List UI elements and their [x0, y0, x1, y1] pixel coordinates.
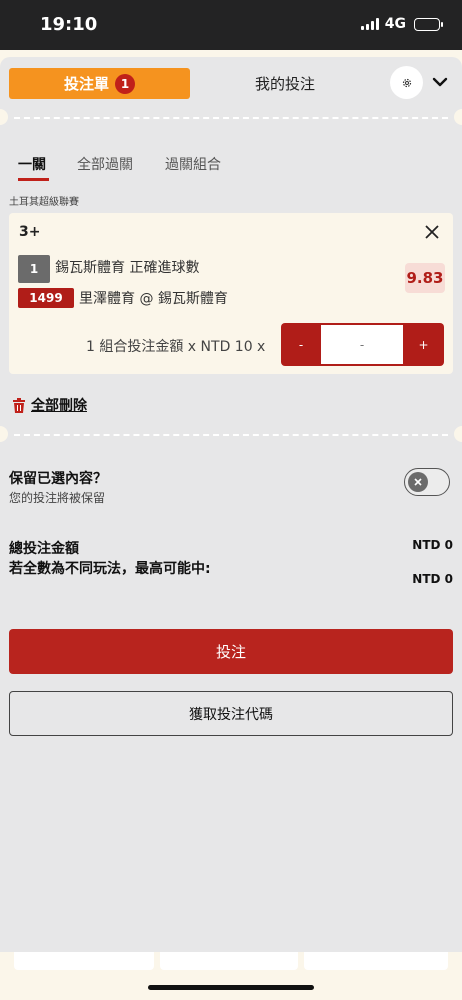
tab-betslip[interactable]: 投注單 1: [9, 68, 190, 99]
network-type: 4G: [384, 16, 406, 32]
bottom-nav-item[interactable]: [14, 952, 154, 970]
bet-market: 錫瓦斯體育 正確進球數: [55, 260, 200, 276]
betslip-count-badge: 1: [115, 73, 135, 94]
status-time: 19:10: [40, 14, 98, 35]
bottom-nav-strip: [0, 952, 462, 1000]
close-icon[interactable]: [423, 223, 441, 241]
status-indicators: 4G: [360, 16, 443, 32]
betslip-panel: 投注單 1 我的投注 一關 全部過關 過關組合 土耳其超級聯賽 3+ 1 錫瓦斯…: [0, 57, 462, 952]
bottom-nav-item[interactable]: [304, 952, 448, 970]
total-stake-value: NTD 0: [412, 538, 453, 552]
stake-input[interactable]: [321, 325, 403, 364]
max-win-label: 若全數為不同玩法，最高可能中:: [9, 561, 211, 577]
battery-icon: [414, 17, 443, 31]
place-bet-button[interactable]: 投注: [9, 629, 453, 674]
settings-button[interactable]: [390, 66, 423, 99]
trash-icon: [13, 397, 25, 413]
gear-icon: [402, 78, 411, 87]
bet-card: 3+ 1 錫瓦斯體育 正確進球數 1499 里澤體育 @ 錫瓦斯體育 9.83 …: [9, 213, 453, 374]
get-bet-code-button[interactable]: 獲取投注代碼: [9, 691, 453, 736]
delete-all-label: 全部刪除: [31, 398, 87, 414]
tab-betslip-label: 投注單: [63, 75, 109, 93]
event-name: 里澤體育 @ 錫瓦斯體育: [79, 291, 228, 307]
toggle-off-icon: [414, 478, 422, 486]
decrease-stake-button[interactable]: -: [281, 323, 321, 366]
total-stake-label: 總投注金額: [9, 541, 79, 557]
keep-selections-title: 保留已選內容？: [9, 471, 107, 487]
odds-badge: 9.83: [405, 263, 445, 293]
bet-selection: 3+: [19, 224, 41, 240]
active-tab-underline: [18, 178, 49, 181]
keep-selections-subtitle: 您的投注將被保留: [9, 491, 106, 505]
signal-icon: [360, 18, 379, 30]
status-bar: 19:10 4G: [0, 0, 462, 50]
delete-all-button[interactable]: 全部刪除: [12, 395, 87, 415]
max-win-value: NTD 0: [412, 572, 453, 586]
keep-selections-toggle[interactable]: [404, 468, 450, 496]
league-name: 土耳其超級聯賽: [9, 197, 79, 208]
tab-my-bets[interactable]: 我的投注: [200, 68, 370, 99]
increase-stake-button[interactable]: +: [403, 323, 444, 366]
tab-all-parlay[interactable]: 全部過關: [77, 154, 133, 174]
tab-single[interactable]: 一關: [18, 154, 46, 174]
stake-description: 1 組合投注金額 x NTD 10 x: [86, 339, 266, 355]
dashed-divider: [0, 109, 462, 125]
chevron-down-icon[interactable]: [432, 75, 448, 89]
bottom-nav-item[interactable]: [160, 952, 298, 970]
tab-parlay-combo[interactable]: 過關組合: [165, 154, 221, 174]
leg-number: 1: [18, 255, 50, 283]
dashed-divider: [0, 426, 462, 442]
event-id-badge: 1499: [18, 288, 74, 308]
toggle-knob: [408, 472, 428, 492]
stake-stepper: - +: [281, 323, 444, 366]
home-indicator[interactable]: [148, 985, 314, 990]
